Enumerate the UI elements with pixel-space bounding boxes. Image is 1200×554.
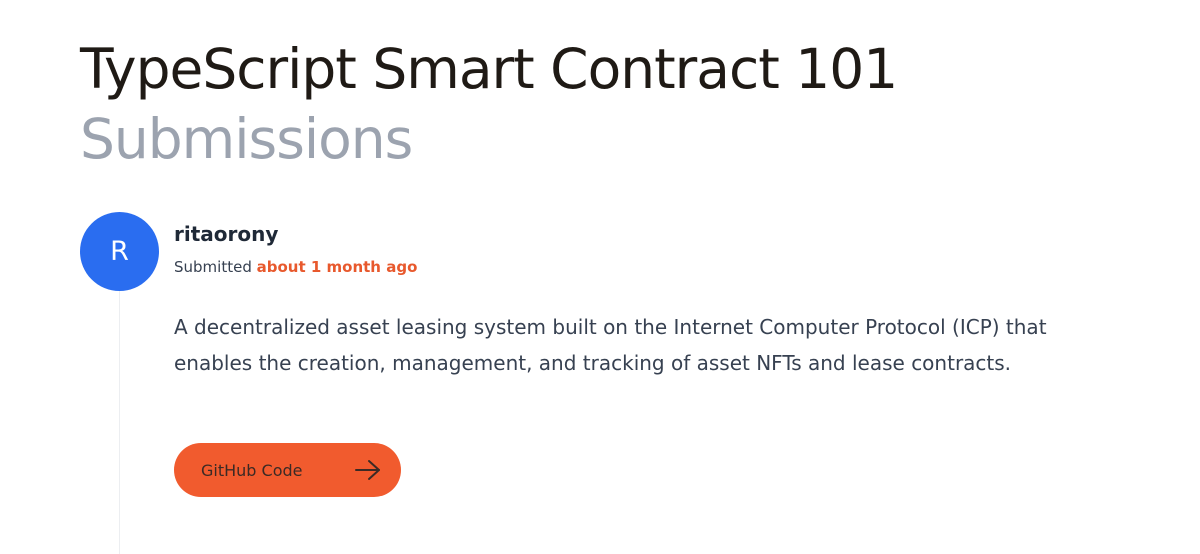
submitted-label: Submitted: [174, 258, 252, 276]
submission-meta: Submitted about 1 month ago: [174, 258, 417, 276]
avatar: R: [80, 212, 159, 291]
page-title: TypeScript Smart Contract 101: [80, 37, 898, 101]
github-code-button[interactable]: GitHub Code: [174, 443, 401, 497]
submissions-page: TypeScript Smart Contract 101 Submission…: [0, 0, 1200, 554]
timeline-divider: [119, 290, 120, 554]
submitted-time: about 1 month ago: [256, 258, 418, 276]
submission-description: A decentralized asset leasing system bui…: [174, 315, 1047, 375]
avatar-initial: R: [110, 236, 129, 267]
github-code-button-label: GitHub Code: [201, 460, 303, 480]
submitter-username[interactable]: ritaorony: [174, 222, 278, 246]
arrow-right-icon: [355, 460, 380, 480]
page-subtitle: Submissions: [80, 107, 413, 171]
